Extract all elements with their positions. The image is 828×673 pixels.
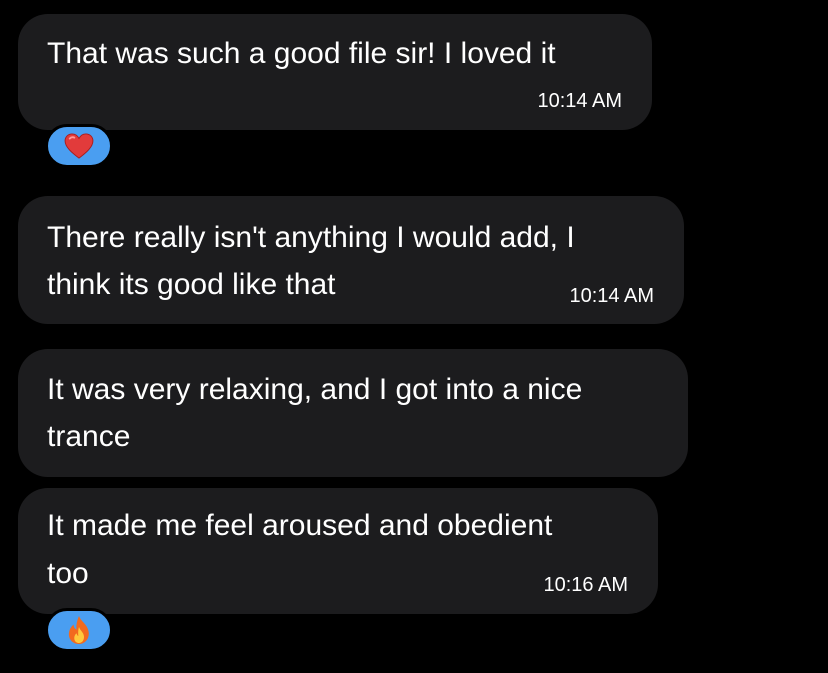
reaction-badge[interactable] xyxy=(45,608,113,652)
message-text: There really isn't anything I would add,… xyxy=(47,221,575,254)
message-timestamp: 10:16 AM xyxy=(543,574,628,596)
message-timestamp: 10:14 AM xyxy=(569,285,654,307)
reaction-badge[interactable] xyxy=(45,124,113,168)
message-bubble[interactable]: It was very relaxing, and I got into a n… xyxy=(18,349,688,477)
message-timestamp: 10:14 AM xyxy=(537,90,622,112)
fire-icon xyxy=(68,616,89,644)
message-text: trance xyxy=(47,420,131,453)
heart-icon xyxy=(64,133,94,159)
message-text: think its good like that xyxy=(47,268,336,301)
message-text: That was such a good file sir! I loved i… xyxy=(47,37,556,70)
message-bubble[interactable]: That was such a good file sir! I loved i… xyxy=(18,14,652,130)
message-text: too xyxy=(47,557,89,590)
message-text: It was very relaxing, and I got into a n… xyxy=(47,373,583,406)
message-bubble[interactable]: It made me feel aroused and obedient too… xyxy=(18,488,658,614)
message-bubble[interactable]: There really isn't anything I would add,… xyxy=(18,196,684,324)
message-text: It made me feel aroused and obedient xyxy=(47,509,553,542)
